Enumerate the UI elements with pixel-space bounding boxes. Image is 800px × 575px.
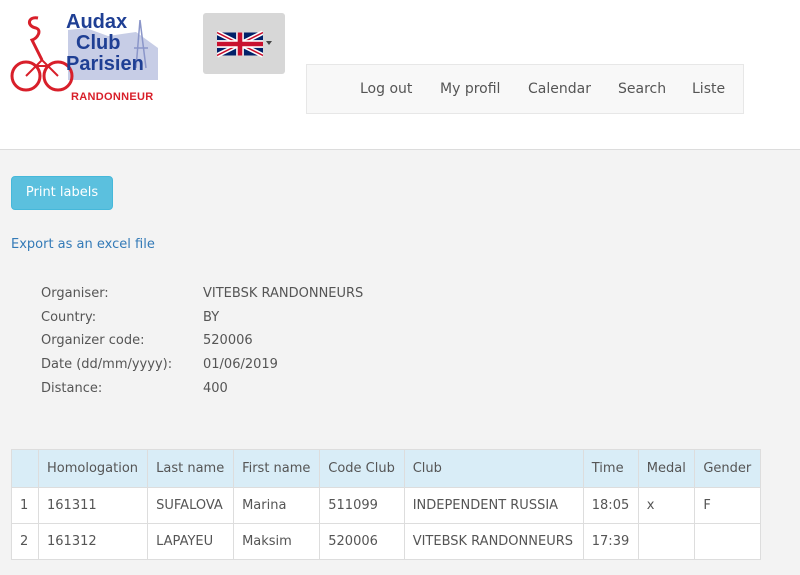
column-header-code-club: Code Club: [319, 449, 405, 488]
column-header-homologation: Homologation: [37, 449, 149, 488]
organizer-code-label: Organizer code:: [41, 333, 145, 348]
distance-label: Distance:: [41, 381, 103, 396]
language-dropdown-button[interactable]: [203, 13, 285, 74]
time-cell: 17:39: [582, 523, 639, 560]
print-labels-button[interactable]: Print labels: [11, 176, 113, 210]
column-header-time: Time: [582, 449, 639, 488]
table-header-row: Homologation Last name First name Code C…: [11, 449, 761, 488]
logo-line-2: Club: [76, 32, 121, 54]
results-table: Homologation Last name First name Code C…: [11, 449, 761, 560]
logo-line-1: Audax: [66, 11, 128, 33]
distance-value: 400: [203, 381, 228, 396]
nav-search-link[interactable]: Search: [618, 81, 666, 97]
column-header-gender: Gender: [694, 449, 761, 488]
column-header-medal: Medal: [637, 449, 696, 488]
column-header-index: [11, 449, 39, 488]
club-cell: VITEBSK RANDONNEURS: [403, 523, 584, 560]
chevron-down-icon: [266, 41, 272, 45]
date-value: 01/06/2019: [203, 357, 278, 372]
homologation-cell: 161312: [37, 523, 149, 560]
column-header-first-name: First name: [233, 449, 321, 488]
main-navbar: Log out My profil Calendar Search Liste: [306, 64, 744, 114]
nav-profile-link[interactable]: My profil: [440, 81, 500, 97]
medal-cell: x: [637, 487, 696, 524]
column-header-club: Club: [403, 449, 584, 488]
medal-cell: [637, 523, 696, 560]
code-club-cell: 511099: [319, 487, 405, 524]
time-cell: 18:05: [582, 487, 639, 524]
date-label: Date (dd/mm/yyyy):: [41, 357, 173, 372]
logo-tagline: RANDONNEUR: [71, 91, 154, 103]
first-name-cell: Marina: [233, 487, 321, 524]
organiser-label: Organiser:: [41, 286, 109, 301]
column-header-last-name: Last name: [147, 449, 235, 488]
organiser-value: VITEBSK RANDONNEURS: [203, 286, 364, 301]
uk-flag-icon: [217, 30, 263, 58]
nav-list-link[interactable]: Liste: [692, 81, 725, 97]
country-value: BY: [203, 310, 220, 325]
code-club-cell: 520006: [319, 523, 405, 560]
country-label: Country:: [41, 310, 97, 325]
row-index-cell: 2: [11, 523, 39, 560]
first-name-cell: Maksim: [233, 523, 321, 560]
homologation-cell: 161311: [37, 487, 149, 524]
export-excel-link[interactable]: Export as an excel file: [11, 237, 155, 252]
table-row: 1 161311 SUFALOVA Marina 511099 INDEPEND…: [11, 487, 761, 524]
organizer-code-value: 520006: [203, 333, 253, 348]
last-name-cell: LAPAYEU: [147, 523, 235, 560]
row-index-cell: 1: [11, 487, 39, 524]
gender-cell: F: [694, 487, 761, 524]
audax-club-parisien-logo[interactable]: Audax Club Parisien RANDONNEUR: [8, 8, 160, 104]
table-row: 2 161312 LAPAYEU Maksim 520006 VITEBSK R…: [11, 523, 761, 560]
site-header: Audax Club Parisien RANDONNEUR Log out M…: [0, 0, 800, 150]
club-cell: INDEPENDENT RUSSIA: [403, 487, 584, 524]
nav-logout-link[interactable]: Log out: [360, 81, 412, 97]
logo-line-3: Parisien: [66, 53, 144, 75]
last-name-cell: SUFALOVA: [147, 487, 235, 524]
nav-calendar-link[interactable]: Calendar: [528, 81, 591, 97]
gender-cell: [694, 523, 761, 560]
